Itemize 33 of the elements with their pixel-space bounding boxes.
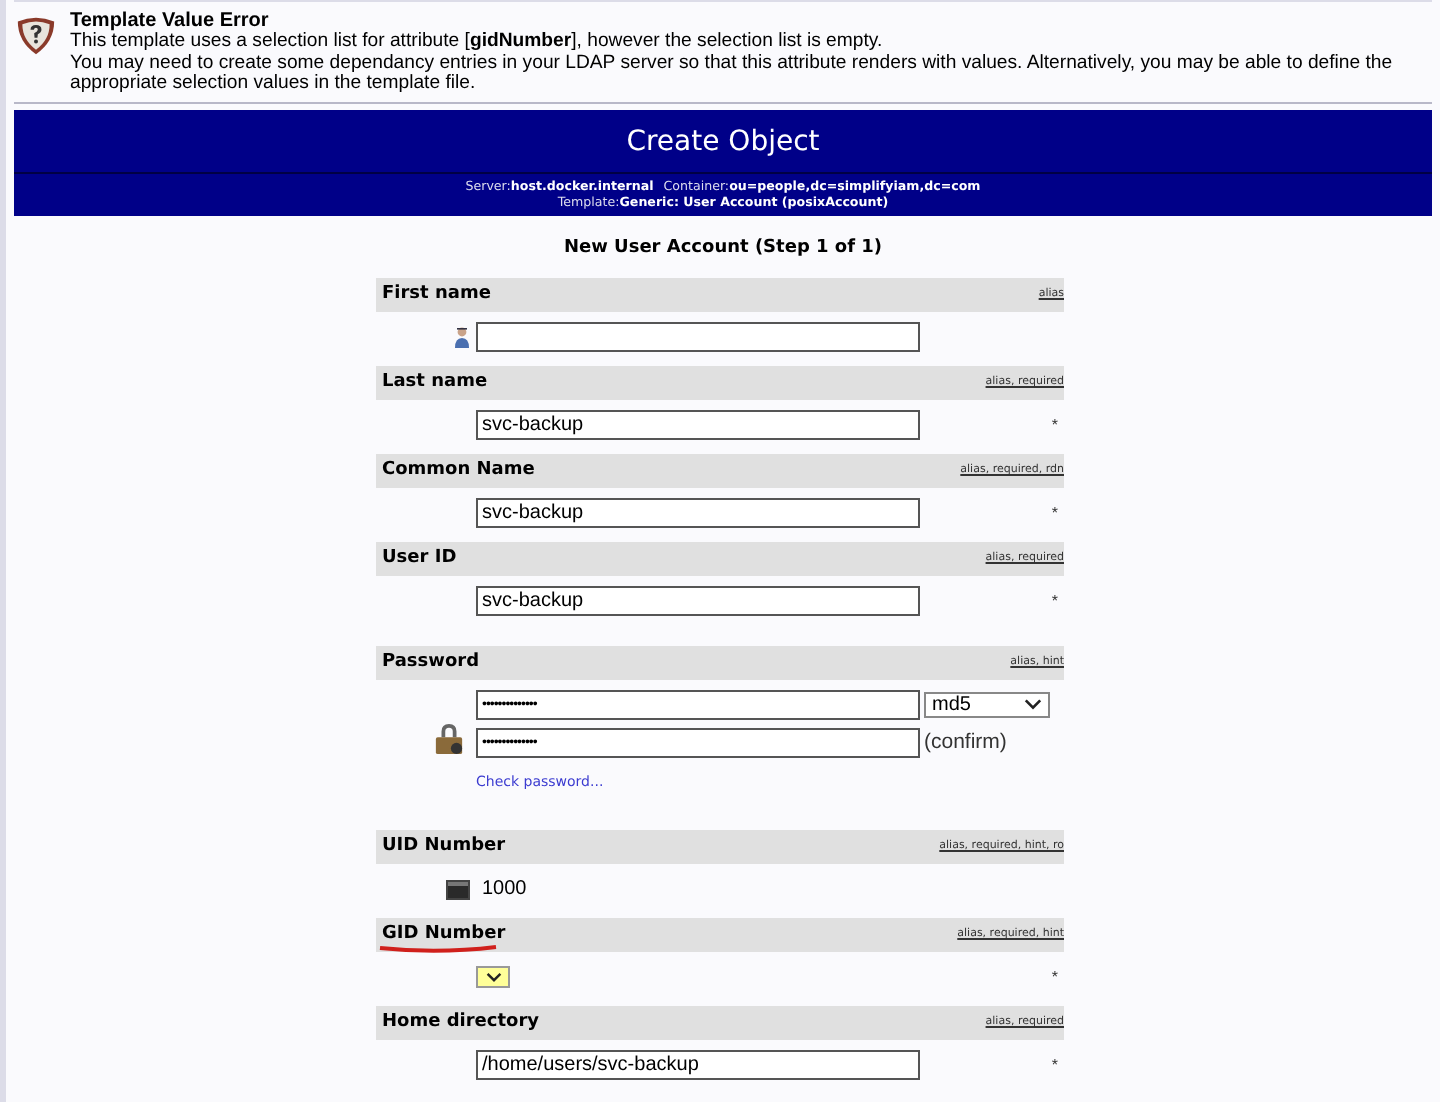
terminal-icon — [446, 879, 470, 899]
error-message: You may need to create some dependancy entries in your LDAP server so that this attribute renders with values. Alternatively, you may be able to define the appropriate selection values in the template file. — [70, 53, 1395, 95]
text-field[interactable] — [476, 322, 920, 352]
field-label: First name — [382, 284, 491, 304]
field-label: User ID — [382, 548, 457, 568]
text-field[interactable]: svc-backup — [476, 586, 920, 616]
confirm-label: (confirm) — [924, 730, 1007, 754]
chevron-icon — [1024, 698, 1042, 710]
required-mark: * — [1051, 592, 1060, 610]
question-icon — [14, 16, 58, 56]
error-message: This template uses a selection list for attribute [gidNumber], however the selection list is empty. — [70, 32, 885, 53]
text-field[interactable]: svc-backup — [476, 410, 920, 440]
lock-icon — [434, 722, 464, 756]
field-label: Common Name — [382, 460, 535, 480]
text-field[interactable]: svc-backup — [476, 498, 920, 528]
page-title: Create Object — [14, 109, 1432, 173]
required-mark: * — [1051, 416, 1060, 434]
hash-select[interactable]: md5 — [924, 691, 1050, 717]
error-title: Template Value Error — [70, 10, 271, 32]
text-field[interactable]: /home/users/svc-backup — [476, 1050, 920, 1080]
field-label: Password — [382, 652, 480, 672]
gid-select[interactable] — [476, 966, 510, 988]
chevron-icon — [485, 972, 501, 982]
required-mark: * — [1051, 968, 1060, 986]
form-title: New User Account (Step 1 of 1) — [561, 237, 885, 257]
field-label: Last name — [382, 372, 488, 392]
required-mark: * — [1051, 504, 1060, 522]
person-icon — [454, 326, 470, 348]
field-label: UID Number — [382, 836, 506, 856]
uid-value: 1000 — [482, 878, 527, 900]
field-label: GID Number — [382, 924, 506, 944]
required-mark: * — [1051, 1056, 1060, 1074]
field-label: Home directory — [382, 1012, 540, 1032]
